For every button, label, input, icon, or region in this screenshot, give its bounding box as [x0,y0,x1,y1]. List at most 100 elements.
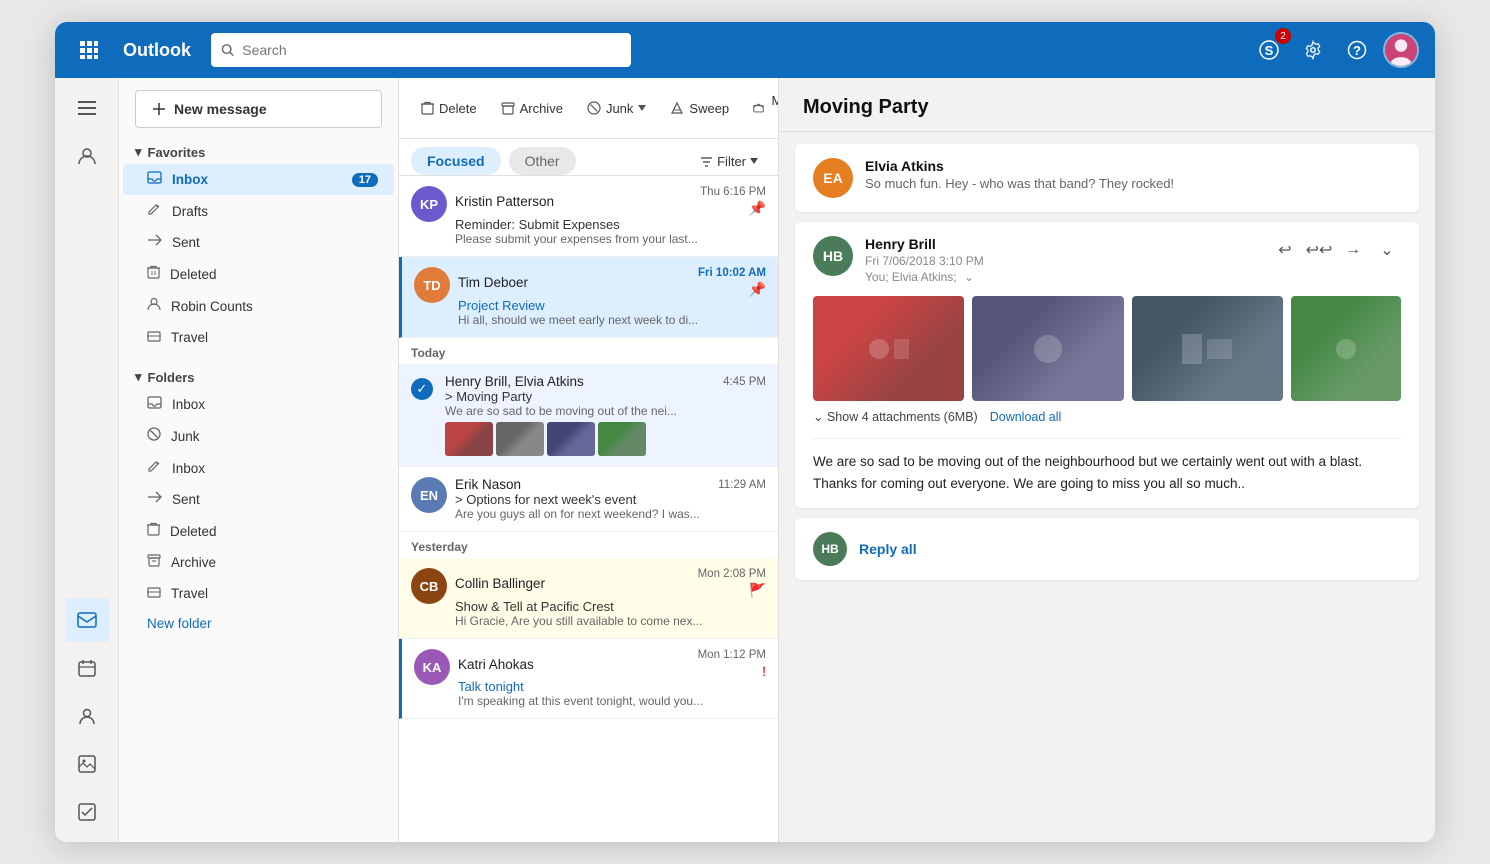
nav-hamburger[interactable] [65,86,109,130]
sweep-button[interactable]: Sweep [660,96,739,121]
user-avatar[interactable] [1383,32,1419,68]
archive-icon [147,554,161,571]
avatar-collin: CB [411,568,447,604]
thumb-1 [445,422,493,456]
sidebar-item-deleted2[interactable]: Deleted [123,515,394,547]
app-title: Outlook [123,40,191,61]
sidebar-item-inbox-fold[interactable]: Inbox [123,389,394,420]
sidebar-item-robin-counts[interactable]: Robin Counts [123,290,394,322]
sidebar-item-sent2[interactable]: Sent [123,484,394,515]
expand-button[interactable]: ⌄ [1373,236,1401,264]
sidebar-item-sent[interactable]: Sent [123,227,394,258]
sidebar-item-junk[interactable]: Junk [123,420,394,452]
deleted2-icon [147,522,160,540]
email-item-katri[interactable]: KA Katri Ahokas Mon 1:12 PM ! Talk tonig… [399,639,778,719]
nav-contacts[interactable] [65,694,109,738]
sidebar-item-archive[interactable]: Archive [123,547,394,578]
forward-button[interactable]: → [1339,236,1367,264]
search-icon [221,43,234,57]
nav-calendar[interactable] [65,646,109,690]
flag-icon-collin: 🚩 [749,582,766,599]
deleted-icon [147,265,160,283]
nav-gallery[interactable] [65,742,109,786]
email-detail-header: Moving Party [779,78,1435,132]
favorites-header[interactable]: ▾ Favorites [119,136,398,164]
email-body-collin: Collin Ballinger Mon 2:08 PM 🚩 Show & Te… [455,568,766,628]
email-item-tim[interactable]: TD Tim Deboer Fri 10:02 AM 📌 Project Rev… [399,257,778,338]
skype-button[interactable]: S 2 [1251,32,1287,68]
email-thread: EA Elvia Atkins So much fun. Hey - who w… [779,132,1435,842]
email-tabs: Focused Other Filter [399,139,778,176]
avatar-reply: HB [813,532,847,566]
sidebar-item-inbox-fav[interactable]: Inbox 17 [123,164,394,195]
nav-person[interactable] [65,134,109,178]
drafts-icon [147,202,162,220]
app-window: Outlook S 2 ? [55,22,1435,842]
expand-to-icon[interactable]: ⌄ [964,270,974,284]
pin-icon-kristin: 📌 [749,200,766,217]
email-body-erik: Erik Nason 11:29 AM > Options for next w… [455,477,766,521]
sidebar: New message ▾ Favorites Inbox 17 Drafts [119,78,399,842]
reply-area: HB Reply all [795,518,1419,580]
edit-icon [147,459,162,477]
sidebar-item-deleted[interactable]: Deleted [123,258,394,290]
attachment-1 [813,296,964,401]
email-item-collin[interactable]: CB Collin Ballinger Mon 2:08 PM 🚩 Show &… [399,558,778,639]
sidebar-item-travel-fav[interactable]: Travel [123,322,394,353]
pin-icon-tim: 📌 [749,281,766,298]
reply-all-button[interactable]: ↩↩ [1305,236,1333,264]
attachment-3 [1132,296,1283,401]
tab-other[interactable]: Other [509,147,576,175]
email-detail-title: Moving Party [803,96,1411,119]
svg-text:S: S [1265,43,1274,58]
main-content: New message ▾ Favorites Inbox 17 Drafts [55,78,1435,842]
avatar-kristin: KP [411,186,447,222]
avatar-elvia: EA [813,158,853,198]
junk-icon [147,427,161,445]
show-attachments-toggle[interactable]: ⌄ Show 4 attachments (6MB) [813,409,978,424]
attachment-4 [1291,296,1401,401]
search-bar[interactable] [211,33,631,67]
sent-icon [147,234,162,251]
folders-header[interactable]: ▾ Folders [119,361,398,389]
section-yesterday: Yesterday [399,532,778,558]
thread-attachments [813,296,1401,401]
sidebar-item-drafts[interactable]: Drafts [123,195,394,227]
inbox-fold-icon [147,396,162,413]
topbar: Outlook S 2 ? [55,22,1435,78]
email-detail: Moving Party EA Elvia Atkins So much fun… [779,78,1435,842]
svg-text:?: ? [1353,43,1361,58]
email-item-erik[interactable]: EN Erik Nason 11:29 AM > Options for nex… [399,467,778,532]
delete-button[interactable]: Delete [411,96,487,121]
sent2-icon [147,491,162,508]
nav-tasks[interactable] [65,790,109,834]
moveto-button[interactable]: Move to [743,88,779,128]
avatar-katri: KA [414,649,450,685]
search-input[interactable] [242,42,621,58]
email-item-kristin[interactable]: KP Kristin Patterson Thu 6:16 PM 📌 Remin… [399,176,778,257]
thread-message-henry: HB Henry Brill Fri 7/06/2018 3:10 PM You… [795,222,1419,508]
archive-button[interactable]: Archive [491,96,573,121]
help-icon[interactable]: ? [1339,32,1375,68]
nav-mail[interactable] [65,598,109,642]
download-all-link[interactable]: Download all [990,410,1062,424]
new-folder-link[interactable]: New folder [123,609,394,638]
reply-button[interactable]: ↩ [1271,236,1299,264]
grid-icon[interactable] [71,32,107,68]
filter-button[interactable]: Filter [692,149,766,174]
reply-all-button-label[interactable]: Reply all [859,541,917,557]
sidebar-item-inbox2[interactable]: Inbox [123,452,394,484]
thread-message-elvia: EA Elvia Atkins So much fun. Hey - who w… [795,144,1419,212]
sidebar-item-travel2[interactable]: Travel [123,578,394,609]
nav-icons [55,78,119,842]
check-icon: ✓ [411,378,433,400]
topbar-right: S 2 ? [1251,32,1419,68]
settings-icon[interactable] [1295,32,1331,68]
thread-action-buttons: ↩ ↩↩ → ⌄ [1271,236,1401,264]
junk-button[interactable]: Junk [577,96,656,121]
thumb-2 [496,422,544,456]
email-body-tim: Tim Deboer Fri 10:02 AM 📌 Project Review… [458,267,766,327]
tab-focused[interactable]: Focused [411,147,501,175]
email-item-henry[interactable]: ✓ Henry Brill, Elvia Atkins 4:45 PM > Mo… [399,364,778,467]
new-message-button[interactable]: New message [135,90,382,128]
